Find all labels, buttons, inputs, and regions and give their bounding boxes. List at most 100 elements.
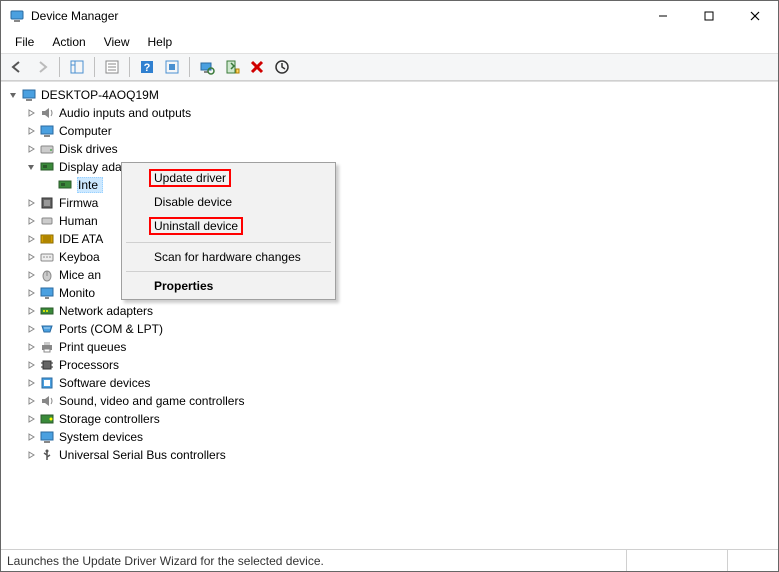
tree-root-label: DESKTOP-4AOQ19M: [41, 88, 159, 102]
ctx-disable-device[interactable]: Disable device: [124, 191, 333, 213]
category-network[interactable]: Network adapters: [1, 302, 778, 320]
close-button[interactable]: [732, 1, 778, 31]
category-disk[interactable]: Disk drives: [1, 140, 778, 158]
toolbar-separator: [59, 57, 60, 77]
chevron-right-icon[interactable]: [23, 123, 39, 139]
show-hide-tree-button[interactable]: [65, 55, 89, 79]
hid-icon: [39, 213, 55, 229]
titlebar: Device Manager: [1, 1, 778, 31]
usb-icon: [39, 447, 55, 463]
chevron-right-icon[interactable]: [23, 321, 39, 337]
context-menu-separator: [126, 242, 331, 243]
category-label: Mice an: [59, 268, 101, 282]
status-cell: [728, 550, 778, 571]
category-computer[interactable]: Computer: [1, 122, 778, 140]
chevron-right-icon[interactable]: [23, 231, 39, 247]
category-label: Ports (COM & LPT): [59, 322, 163, 336]
category-label: Print queues: [59, 340, 126, 354]
chevron-right-icon[interactable]: [23, 213, 39, 229]
svg-text:?: ?: [144, 62, 151, 74]
menu-help[interactable]: Help: [140, 33, 181, 51]
forward-button[interactable]: [30, 55, 54, 79]
highlight-box: Uninstall device: [149, 217, 243, 235]
chevron-right-icon[interactable]: [23, 429, 39, 445]
chevron-right-icon[interactable]: [23, 285, 39, 301]
minimize-button[interactable]: [640, 1, 686, 31]
category-mouse[interactable]: Mice an: [1, 266, 778, 284]
category-label: Software devices: [59, 376, 150, 390]
category-processors[interactable]: Processors: [1, 356, 778, 374]
status-text: Launches the Update Driver Wizard for th…: [1, 550, 626, 571]
category-label: Monito: [59, 286, 95, 300]
category-ide[interactable]: IDE ATA: [1, 230, 778, 248]
ctx-scan-hardware[interactable]: Scan for hardware changes: [124, 246, 333, 268]
chevron-right-icon[interactable]: [23, 339, 39, 355]
category-label: Disk drives: [59, 142, 118, 156]
computer-icon: [21, 87, 37, 103]
category-hid[interactable]: Human: [1, 212, 778, 230]
storage-icon: [39, 411, 55, 427]
category-audio[interactable]: Audio inputs and outputs: [1, 104, 778, 122]
category-ports[interactable]: Ports (COM & LPT): [1, 320, 778, 338]
category-system[interactable]: System devices: [1, 428, 778, 446]
menu-view[interactable]: View: [96, 33, 138, 51]
ctx-uninstall-device[interactable]: Uninstall device: [124, 213, 333, 239]
chevron-down-icon[interactable]: [23, 159, 39, 175]
status-cell: [627, 550, 727, 571]
chevron-right-icon[interactable]: [23, 357, 39, 373]
chevron-right-icon[interactable]: [23, 195, 39, 211]
chevron-down-icon[interactable]: [5, 87, 21, 103]
maximize-button[interactable]: [686, 1, 732, 31]
chevron-right-icon[interactable]: [23, 375, 39, 391]
category-label: Universal Serial Bus controllers: [59, 448, 226, 462]
ide-icon: [39, 231, 55, 247]
chevron-right-icon[interactable]: [23, 447, 39, 463]
category-sound[interactable]: Sound, video and game controllers: [1, 392, 778, 410]
device-label: Inte: [77, 177, 103, 193]
ctx-update-driver[interactable]: Update driver: [124, 165, 333, 191]
category-keyboard[interactable]: Keyboa: [1, 248, 778, 266]
tree-view-pane[interactable]: DESKTOP-4AOQ19M Audio inputs and outputs…: [1, 81, 778, 549]
category-software[interactable]: Software devices: [1, 374, 778, 392]
category-usb[interactable]: Universal Serial Bus controllers: [1, 446, 778, 464]
category-label: Keyboa: [59, 250, 100, 264]
cpu-icon: [39, 357, 55, 373]
scan-hardware-button[interactable]: [195, 55, 219, 79]
category-display[interactable]: Display adapters: [1, 158, 778, 176]
chevron-right-icon[interactable]: [23, 411, 39, 427]
category-storage[interactable]: Storage controllers: [1, 410, 778, 428]
chevron-right-icon[interactable]: [23, 249, 39, 265]
chevron-right-icon[interactable]: [23, 267, 39, 283]
menu-action[interactable]: Action: [44, 33, 93, 51]
keyboard-icon: [39, 249, 55, 265]
category-label: Processors: [59, 358, 119, 372]
back-button[interactable]: [5, 55, 29, 79]
chevron-right-icon[interactable]: [23, 393, 39, 409]
display-adapter-icon: [57, 177, 73, 193]
category-label: System devices: [59, 430, 143, 444]
chevron-right-icon[interactable]: [23, 141, 39, 157]
network-icon: [39, 303, 55, 319]
category-label: Storage controllers: [59, 412, 160, 426]
menu-file[interactable]: File: [7, 33, 42, 51]
help-button[interactable]: ?: [135, 55, 159, 79]
action-toolbar-button[interactable]: [160, 55, 184, 79]
category-label: Computer: [59, 124, 112, 138]
ctx-properties[interactable]: Properties: [124, 275, 333, 297]
chevron-right-icon[interactable]: [23, 105, 39, 121]
uninstall-device-toolbar-button[interactable]: [245, 55, 269, 79]
tree-root[interactable]: DESKTOP-4AOQ19M: [1, 86, 778, 104]
category-firmware[interactable]: Firmwa: [1, 194, 778, 212]
device-intel-display[interactable]: Inte: [1, 176, 778, 194]
toolbar-separator: [94, 57, 95, 77]
properties-button[interactable]: [100, 55, 124, 79]
disable-device-toolbar-button[interactable]: [270, 55, 294, 79]
category-label: Network adapters: [59, 304, 153, 318]
app-icon: [9, 8, 25, 24]
sound-icon: [39, 393, 55, 409]
update-driver-toolbar-button[interactable]: [220, 55, 244, 79]
category-monitor[interactable]: Monito: [1, 284, 778, 302]
toolbar-separator: [189, 57, 190, 77]
category-printers[interactable]: Print queues: [1, 338, 778, 356]
chevron-right-icon[interactable]: [23, 303, 39, 319]
